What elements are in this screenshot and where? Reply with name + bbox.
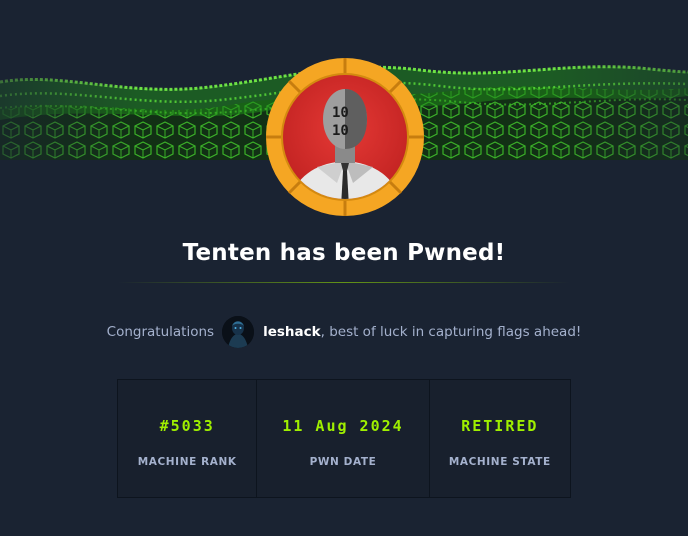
congrats-tail: , best of luck in capturing flags ahead! — [320, 324, 582, 340]
page-title: Tenten has been Pwned! — [182, 240, 506, 266]
congrats-lead: Congratulations — [106, 324, 215, 340]
stat-value: RETIRED — [461, 417, 539, 435]
congrats-message: Congratulations leshack , best of luck i… — [0, 316, 688, 348]
user-avatar[interactable] — [222, 316, 255, 348]
svg-text:10: 10 — [332, 123, 349, 139]
machine-avatar: 10 10 — [265, 57, 425, 217]
stat-pwn-date: 11 Aug 2024 PWN DATE — [256, 380, 428, 497]
svg-text:10: 10 — [332, 105, 349, 121]
stat-label: MACHINE STATE — [448, 456, 551, 468]
stat-value: #5033 — [159, 417, 215, 435]
stat-value: 11 Aug 2024 — [282, 417, 404, 435]
stat-machine-rank: #5033 MACHINE RANK — [118, 380, 256, 497]
stat-machine-state: RETIRED MACHINE STATE — [428, 380, 570, 497]
user-avatar-icon — [222, 316, 255, 348]
stat-label: PWN DATE — [309, 456, 377, 468]
stat-label: MACHINE RANK — [137, 456, 237, 468]
binary-face-avatar-icon: 10 10 — [266, 58, 424, 216]
stats-panel: #5033 MACHINE RANK 11 Aug 2024 PWN DATE … — [117, 379, 571, 498]
title-divider — [118, 282, 570, 283]
username-link[interactable]: leshack — [263, 324, 321, 340]
